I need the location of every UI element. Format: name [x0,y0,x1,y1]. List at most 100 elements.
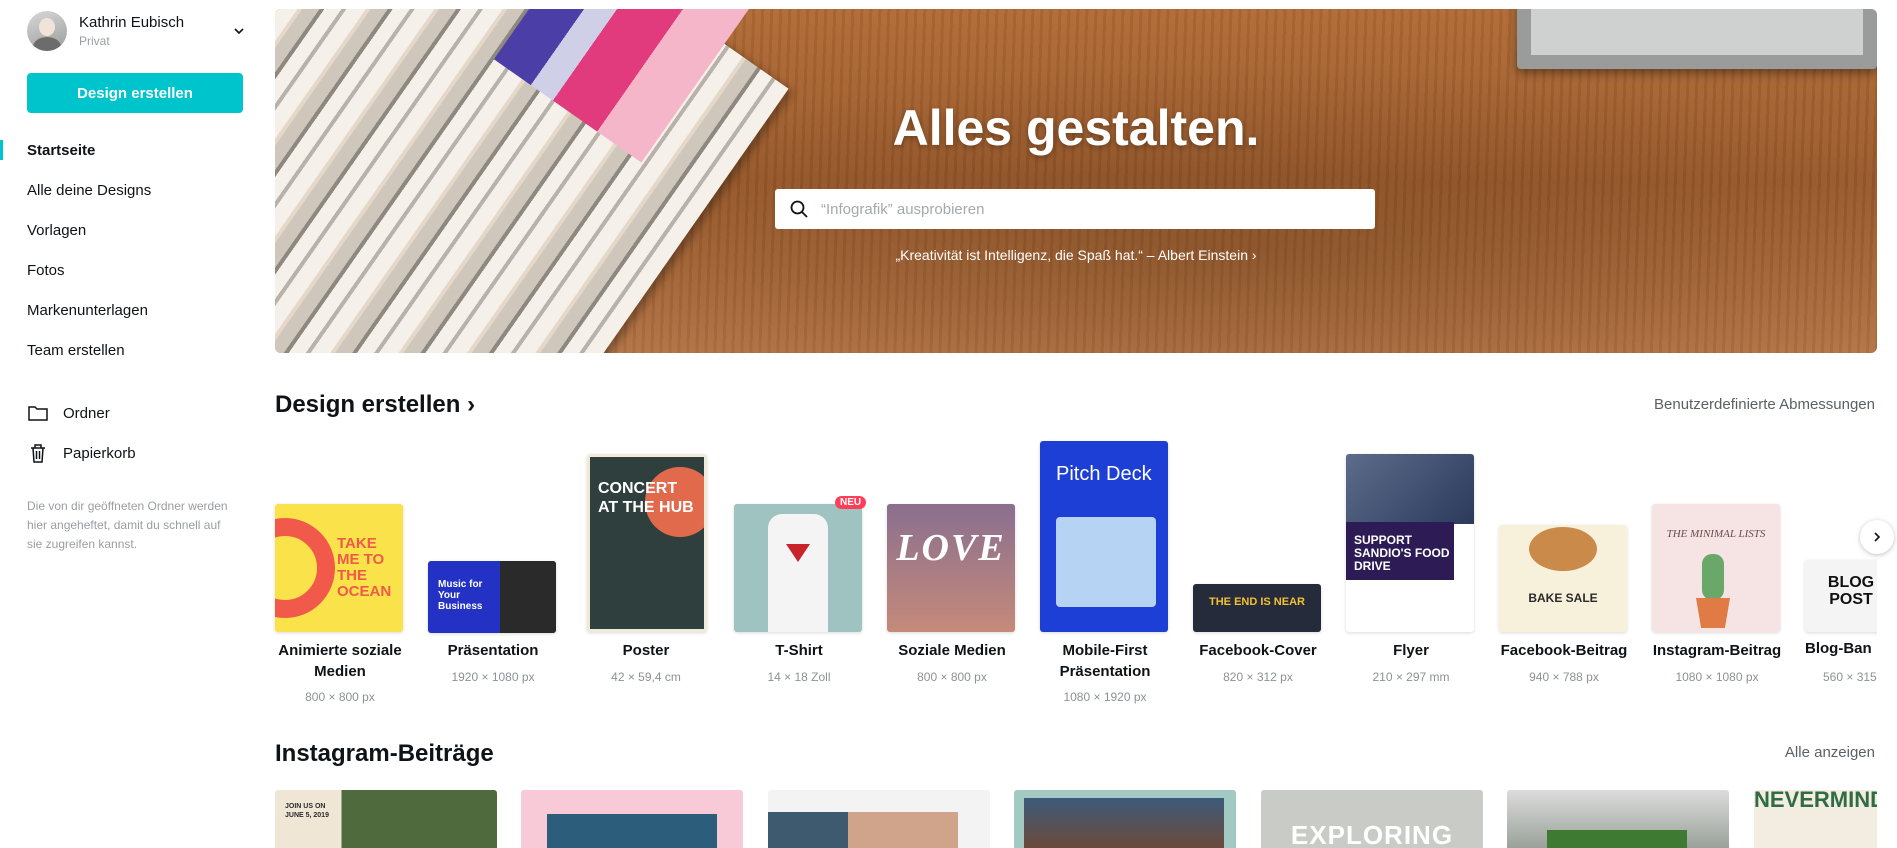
custom-dimensions-link[interactable]: Benutzerdefinierte Abmessungen [1654,396,1875,413]
card-dimensions: 1080 × 1920 px [1063,690,1147,704]
thumb-text: NEVERMINDER [1754,790,1877,812]
card-thumbnail: CONCERT AT THE HUB [587,454,707,632]
sidebar-item-label: Ordner [63,404,110,422]
card-dimensions: 42 × 59,4 cm [611,670,681,684]
hero-title: Alles gestalten. [892,100,1260,156]
folders-hint: Die von dir geöffneten Ordner werden hie… [27,499,228,551]
sidebar-item-trash[interactable]: Papierkorb [0,433,270,473]
create-design-button[interactable]: Design erstellen [27,73,243,113]
thumb-text: CONCERT AT THE HUB [598,480,694,516]
thumb-text: THE END IS NEAR [1209,596,1305,608]
carousel-next-button[interactable] [1860,520,1894,554]
instagram-section-title: Instagram-Beiträge [275,740,494,767]
account-switcher[interactable]: Kathrin Eubisch Privat [27,10,245,52]
card-label: Präsentation [447,642,539,659]
thumb-text: THE MINIMAL LISTS [1666,528,1766,540]
pot-shape [1696,598,1730,628]
thumb-photo [848,812,958,848]
design-card-blog-banner[interactable]: BLOG POST Blog-Ban 560 × 315 [1795,430,1877,710]
card-label: Mobile-First Präsentation [1059,642,1151,680]
user-info: Kathrin Eubisch Privat [79,14,233,48]
card-thumbnail: THE MINIMAL LISTS [1652,504,1780,632]
card-thumbnail: SUPPORT SANDIO'S FOOD DRIVE [1346,454,1474,632]
thumb-photo [547,814,717,848]
thumb-text: JOIN US ON JUNE 5, 2019 [285,803,329,819]
sidebar-item-templates[interactable]: Vorlagen [0,210,270,250]
thumb-text: BLOG POST [1827,574,1875,608]
sidebar-item-create-team[interactable]: Team erstellen [0,330,270,370]
sidebar-item-photos[interactable]: Fotos [0,250,270,290]
user-name: Kathrin Eubisch [79,14,185,31]
search-input[interactable] [821,200,1375,218]
design-section-title[interactable]: Design erstellen › [275,391,475,419]
show-all-link[interactable]: Alle anzeigen [1785,744,1875,761]
search-icon [790,200,808,218]
hero-quote-link[interactable]: „Kreativität ist Intelligenz, die Spaß h… [275,247,1877,263]
sidebar-item-folders[interactable]: Ordner [0,393,270,433]
avatar [27,11,67,51]
card-thumbnail: Pitch Deck [1040,441,1168,632]
thumb-text: Pitch Deck [1056,463,1152,485]
sidebar-secondary-nav: Ordner Papierkorb [0,393,270,473]
card-label: Poster [622,642,670,659]
instagram-template[interactable] [521,790,743,848]
card-label: Blog-Ban [1805,640,1872,657]
card-dimensions: 210 × 297 mm [1372,670,1450,684]
design-type-carousel: TAKE ME TO THE OCEAN Animierte soziale M… [275,430,1877,710]
thumb-text: SUPPORT SANDIO'S FOOD DRIVE [1354,533,1450,573]
instagram-template[interactable]: NEVERMINDER [1754,790,1877,848]
sidebar-nav: Startseite Alle deine Designs Vorlagen F… [0,130,270,370]
thumb-text: Music for Your Business [438,579,483,612]
instagram-template[interactable] [768,790,990,848]
card-label: Animierte soziale Medien [278,642,402,680]
account-type: Privat [79,34,110,48]
card-dimensions: 560 × 315 [1823,670,1877,684]
card-dimensions: 800 × 800 px [917,670,987,684]
thumb-photo [1024,798,1224,848]
card-dimensions: 14 × 18 Zoll [767,670,831,684]
thumb-illustration [1056,517,1156,607]
card-thumbnail: THE END IS NEAR [1193,584,1321,632]
instagram-template[interactable] [1507,790,1729,848]
card-label: Flyer [1393,642,1429,659]
card-thumbnail: BLOG POST [1805,560,1877,632]
card-label: T-Shirt [775,642,823,659]
card-dimensions: 940 × 788 px [1529,670,1599,684]
cactus-shape [1702,554,1724,600]
card-dimensions: 1080 × 1080 px [1675,670,1759,684]
thumb-text: LOVE [896,527,1006,569]
sidebar-item-label: Papierkorb [63,444,136,462]
thumb-text: TAKE ME TO THE OCEAN [337,535,392,600]
thumb-photo [1346,454,1474,524]
sidebar-item-home[interactable]: Startseite [0,130,270,170]
search-bar[interactable] [775,189,1375,229]
sidebar: Kathrin Eubisch Privat Design erstellen … [0,0,270,848]
hero-banner: Alles gestalten. „Kreativität ist Intell… [275,9,1877,353]
folder-icon [28,406,48,421]
card-thumbnail: Music for Your Business [428,561,556,633]
card-label: Soziale Medien [898,642,1006,659]
instagram-template[interactable]: EXPLORING [1261,790,1483,848]
chevron-right-icon [1874,532,1881,542]
sidebar-item-brand-kit[interactable]: Markenunterlagen [0,290,270,330]
card-dimensions: 820 × 312 px [1223,670,1293,684]
chevron-down-icon[interactable] [233,25,245,37]
card-thumbnail: TAKE ME TO THE OCEAN [275,504,403,632]
sidebar-item-all-designs[interactable]: Alle deine Designs [0,170,270,210]
card-label: Facebook-Cover [1199,642,1317,659]
thumb-block [1547,830,1687,848]
instagram-template[interactable] [1014,790,1236,848]
card-thumbnail: LOVE [887,504,1015,632]
hero-tray [1517,9,1877,69]
card-dimensions: 800 × 800 px [305,690,375,704]
card-label: Facebook-Beitrag [1500,642,1628,659]
thumb-block [768,812,848,848]
thumb-text: EXPLORING [1290,820,1454,848]
card-thumbnail [734,504,862,632]
tshirt-shape [768,514,828,632]
cookie-shape [1529,527,1597,571]
card-thumbnail: BAKE SALE [1499,525,1627,632]
new-badge: NEU [835,496,867,509]
instagram-template[interactable]: JOIN US ON JUNE 5, 2019 [275,790,497,848]
thumb-photo [500,561,556,633]
